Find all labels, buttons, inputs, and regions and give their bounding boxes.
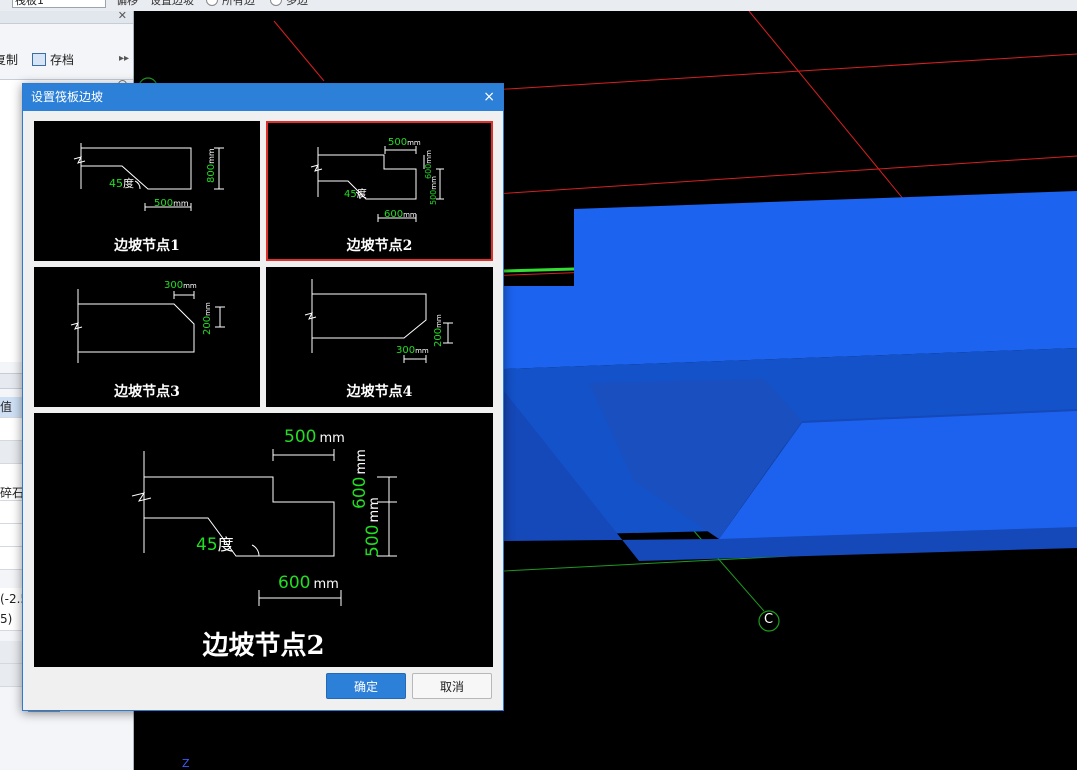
ok-button[interactable]: 确定 bbox=[326, 673, 406, 699]
multi-edge-label: 多边 bbox=[286, 0, 308, 7]
red-grid-line bbox=[273, 20, 325, 82]
dialog-title-bar[interactable]: 设置筏板边坡 × bbox=[23, 84, 503, 111]
archive-icon bbox=[32, 53, 46, 66]
slope-node-2-option[interactable]: 500mm 600mm 500mm 45度 600mm 边坡节点2 bbox=[266, 121, 493, 261]
axis-z-label: Z bbox=[182, 757, 190, 770]
preview-bottom-text: 600 mm bbox=[278, 573, 339, 593]
preview-angle-text: 45度 bbox=[196, 535, 234, 555]
cancel-button[interactable]: 取消 bbox=[412, 673, 492, 699]
slope-node-1-option[interactable]: 45度 500mm 800mm 边坡节点1 bbox=[34, 121, 260, 261]
archive-button[interactable]: 存档 bbox=[32, 51, 74, 68]
more-chevron-icon[interactable]: ▸▸ bbox=[119, 53, 129, 64]
copy-button[interactable]: 复制 bbox=[0, 51, 18, 68]
panel-close-icon[interactable]: ✕ bbox=[118, 11, 127, 22]
node2-top-text: 500mm bbox=[388, 137, 421, 148]
all-edges-label: 所有边 bbox=[222, 0, 255, 7]
slope-node-2-caption: 边坡节点2 bbox=[346, 238, 413, 254]
set-slope-label: 设置边坡 bbox=[150, 0, 194, 7]
slab-top-face bbox=[504, 191, 1077, 369]
node1-height-text: 800mm bbox=[206, 148, 217, 183]
node4-width-text: 300mm bbox=[396, 345, 429, 356]
slope-node-3-caption: 边坡节点3 bbox=[114, 384, 180, 400]
panel-footer bbox=[0, 701, 133, 770]
node3-height-text: 200mm bbox=[202, 302, 213, 335]
axis-c-label: C bbox=[764, 612, 774, 627]
preview-top-text: 500 mm bbox=[284, 427, 345, 447]
all-edges-radio[interactable] bbox=[206, 0, 218, 6]
component-name-input[interactable]: 筏板1 bbox=[12, 0, 106, 8]
node2-bottom-text: 600mm bbox=[384, 209, 417, 220]
slope-node-1-caption: 边坡节点1 bbox=[114, 238, 180, 254]
slope-node-3-option[interactable]: 300mm 200mm 边坡节点3 bbox=[34, 267, 260, 407]
red-grid-line bbox=[463, 155, 1077, 197]
green-edge-line bbox=[503, 267, 575, 273]
panel-header: ✕ bbox=[0, 11, 133, 24]
panel-toolbar: 复制 存档 ▸▸ bbox=[0, 47, 133, 71]
node4-height-text: 200mm bbox=[433, 314, 444, 347]
dialog-close-icon[interactable]: × bbox=[483, 84, 495, 111]
node2-h2-text: 500mm bbox=[429, 176, 438, 205]
node2-h1-text: 600mm bbox=[424, 150, 433, 179]
slope-node-4-caption: 边坡节点4 bbox=[346, 384, 413, 400]
node3-width-text: 300mm bbox=[164, 280, 197, 291]
dialog-title: 设置筏板边坡 bbox=[31, 90, 104, 104]
node2-angle-text: 45度 bbox=[344, 187, 367, 200]
slope-node-4-option[interactable]: 300mm 200mm 边坡节点4 bbox=[266, 267, 493, 407]
offset-label: 偏移 bbox=[116, 0, 138, 7]
slope-node-preview: 500 mm 600mm 500mm 45度 600 mm 边坡节点2 bbox=[34, 413, 493, 667]
preview-caption: 边坡节点2 bbox=[202, 631, 325, 661]
slope-settings-dialog: 设置筏板边坡 × 45度 500mm 800mm 边坡节点1 500mm 600… bbox=[22, 83, 504, 711]
node1-angle-text: 45度 bbox=[109, 176, 134, 190]
node1-width-text: 500mm bbox=[154, 198, 189, 209]
multi-edge-radio[interactable] bbox=[270, 0, 282, 6]
